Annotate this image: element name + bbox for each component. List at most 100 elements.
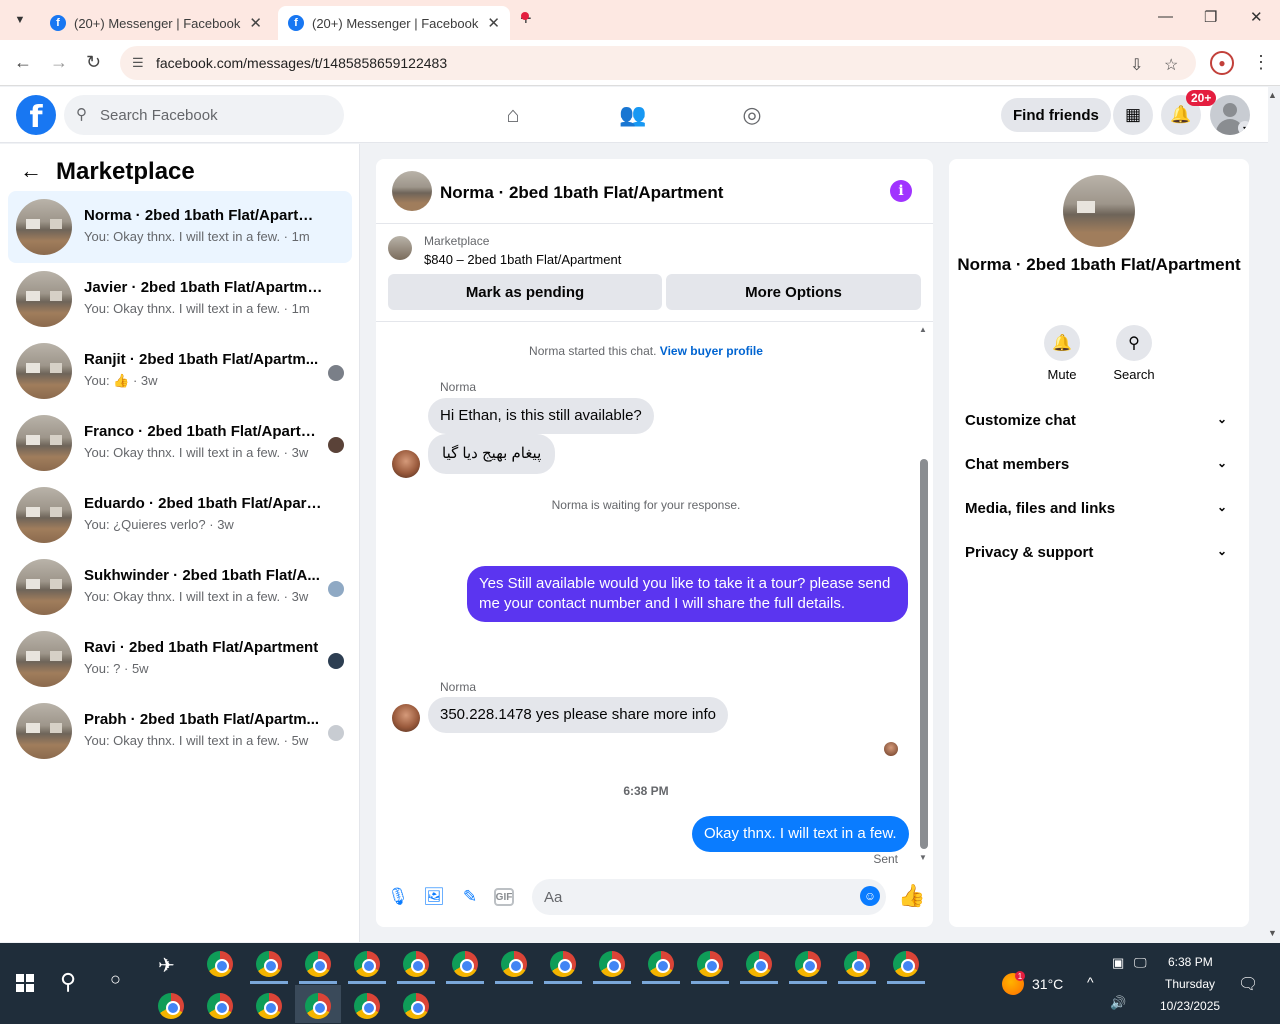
clock-day[interactable]: Thursday: [1165, 977, 1215, 991]
clock-time[interactable]: 6:38 PM: [1168, 955, 1213, 969]
listing-thumbnail[interactable]: [388, 236, 412, 260]
media-files-links-section[interactable]: Media, files and links ⌄: [965, 500, 1233, 524]
conversation-item-sukhwinder[interactable]: Sukhwinder · 2bed 1bath Flat/A... You: O…: [8, 551, 352, 623]
more-options-button[interactable]: More Options: [666, 274, 921, 310]
emoji-icon[interactable]: ☺: [860, 886, 880, 906]
conversation-item-franco[interactable]: Franco · 2bed 1bath Flat/Apartm... You: …: [8, 407, 352, 479]
listing-profile-avatar[interactable]: [1063, 175, 1135, 247]
chrome-profile-icon[interactable]: [795, 951, 821, 977]
chrome-profile-icon[interactable]: [648, 951, 674, 977]
attach-photo-icon[interactable]: 🖼: [422, 885, 446, 909]
chat-scrollbar[interactable]: ▲ ▼: [919, 323, 929, 862]
chrome-profile-icon[interactable]: [403, 951, 429, 977]
gif-icon[interactable]: GIF: [494, 888, 514, 906]
chrome-profile-icon[interactable]: [354, 993, 380, 1019]
chrome-profile-icon[interactable]: [256, 951, 282, 977]
app-shortcut-icon[interactable]: ✈: [158, 953, 175, 978]
sender-avatar[interactable]: [392, 704, 420, 732]
conversation-item-prabh[interactable]: Prabh · 2bed 1bath Flat/Apartm... You: O…: [8, 695, 352, 767]
show-hidden-icons-icon[interactable]: ^: [1087, 974, 1094, 990]
privacy-support-section[interactable]: Privacy & support ⌄: [965, 544, 1233, 568]
windows-start-icon[interactable]: [16, 974, 34, 992]
browser-menu-icon[interactable]: ⋮: [1252, 52, 1270, 73]
close-tab-icon[interactable]: ✕: [487, 14, 500, 32]
chrome-profile-icon[interactable]: [746, 951, 772, 977]
conversation-item-ranjit[interactable]: Ranjit · 2bed 1bath Flat/Apartm... You: …: [8, 335, 352, 407]
chat-members-section[interactable]: Chat members ⌄: [965, 456, 1233, 480]
mute-button[interactable]: 🔔 Mute: [1032, 325, 1092, 382]
restore-icon[interactable]: ❐: [1204, 8, 1217, 26]
search-icon[interactable]: ⚲: [60, 969, 76, 995]
conversation-item-eduardo[interactable]: Eduardo · 2bed 1bath Flat/Apartm... You:…: [8, 479, 352, 551]
chrome-profile-icon[interactable]: [256, 993, 282, 1019]
scroll-down-icon[interactable]: ▼: [919, 853, 927, 862]
incoming-message[interactable]: 350.228.1478 yes please share more info: [428, 697, 729, 733]
listing-price-title[interactable]: $840 – 2bed 1bath Flat/Apartment: [424, 252, 621, 267]
cortana-icon[interactable]: ○: [110, 969, 121, 990]
back-arrow-icon[interactable]: ←: [20, 158, 42, 184]
search-in-chat-button[interactable]: ⚲ Search: [1104, 325, 1164, 382]
chrome-profile-icon[interactable]: [305, 951, 331, 977]
conversation-item-javier[interactable]: Javier · 2bed 1bath Flat/Apartment You: …: [8, 263, 352, 335]
info-icon[interactable]: i: [890, 180, 912, 202]
minimize-icon[interactable]: —: [1158, 8, 1173, 25]
chrome-profile-icon[interactable]: [844, 951, 870, 977]
chat-avatar[interactable]: [392, 171, 432, 211]
chrome-profile-icon[interactable]: [305, 993, 331, 1019]
install-app-icon[interactable]: ⇩: [1130, 55, 1143, 75]
chrome-profile-icon[interactable]: [354, 951, 380, 977]
bookmark-star-icon[interactable]: ☆: [1164, 55, 1178, 75]
browser-tab-1[interactable]: f (20+) Messenger | Facebook ✕: [40, 6, 272, 40]
microphone-icon[interactable]: 🎙: [386, 885, 410, 909]
find-friends-button[interactable]: Find friends: [1001, 98, 1111, 132]
conversation-item-ravi[interactable]: Ravi · 2bed 1bath Flat/Apartment You: ? …: [8, 623, 352, 695]
forward-icon[interactable]: →: [50, 52, 68, 73]
clock-date[interactable]: 10/23/2025: [1160, 999, 1220, 1013]
site-info-icon[interactable]: ☰: [132, 55, 144, 71]
chrome-profile-icon[interactable]: [158, 993, 184, 1019]
close-window-icon[interactable]: ✕: [1250, 8, 1263, 26]
url-field[interactable]: ☰ facebook.com/messages/t/14858586591224…: [120, 46, 1196, 80]
chrome-profile-icon[interactable]: [893, 951, 919, 977]
reload-icon[interactable]: ↻: [86, 52, 101, 73]
page-scroll-up-icon[interactable]: ▲: [1268, 90, 1277, 100]
incoming-message[interactable]: پیغام بھیج دیا گیا: [428, 434, 556, 474]
view-buyer-profile-link[interactable]: View buyer profile: [660, 344, 763, 358]
back-icon[interactable]: ←: [14, 52, 32, 73]
meet-now-icon[interactable]: ▣: [1112, 955, 1124, 971]
sender-avatar[interactable]: [392, 450, 420, 478]
account-avatar[interactable]: ▾: [1210, 95, 1250, 135]
home-icon[interactable]: ⌂: [497, 99, 529, 131]
menu-grid-icon[interactable]: ▦: [1113, 95, 1153, 135]
chrome-icon[interactable]: [207, 951, 233, 977]
facebook-search-input[interactable]: ⚲ Search Facebook: [64, 95, 344, 135]
volume-icon[interactable]: 🔊: [1110, 995, 1126, 1011]
browser-profile-icon[interactable]: ●: [1210, 51, 1234, 75]
close-tab-icon[interactable]: ✕: [249, 14, 262, 32]
notification-center-icon[interactable]: 🗨: [1238, 974, 1258, 994]
chrome-profile-icon[interactable]: [452, 951, 478, 977]
chrome-profile-icon[interactable]: [207, 993, 233, 1019]
outgoing-message[interactable]: Yes Still available would you like to ta…: [467, 566, 908, 622]
thumbs-up-icon[interactable]: 👍: [898, 883, 925, 909]
page-scroll-down-icon[interactable]: ▼: [1268, 928, 1277, 938]
chrome-profile-icon[interactable]: [697, 951, 723, 977]
groups-icon[interactable]: ◎: [736, 99, 768, 131]
incoming-message[interactable]: Hi Ethan, is this still available?: [428, 398, 654, 434]
tab-search-icon[interactable]: ▼: [8, 8, 32, 32]
customize-chat-section[interactable]: Customize chat ⌄: [965, 412, 1233, 436]
browser-tab-2[interactable]: f (20+) Messenger | Facebook ✕: [278, 6, 510, 40]
scrollbar-thumb[interactable]: [920, 459, 928, 849]
chrome-profile-icon[interactable]: [599, 951, 625, 977]
chrome-profile-icon[interactable]: [550, 951, 576, 977]
chrome-profile-icon[interactable]: [403, 993, 429, 1019]
scroll-up-icon[interactable]: ▲: [919, 325, 927, 334]
mark-as-pending-button[interactable]: Mark as pending: [388, 274, 662, 310]
facebook-logo-icon[interactable]: f: [16, 95, 56, 135]
friends-icon[interactable]: 👥: [617, 99, 649, 131]
network-icon[interactable]: 🖵: [1134, 955, 1147, 971]
message-input[interactable]: Aa: [532, 879, 886, 915]
chrome-profile-icon[interactable]: [501, 951, 527, 977]
chat-title[interactable]: Norma · 2bed 1bath Flat/Apartment: [440, 183, 723, 203]
conversation-item-norma[interactable]: Norma · 2bed 1bath Flat/Apartment You: O…: [8, 191, 352, 263]
